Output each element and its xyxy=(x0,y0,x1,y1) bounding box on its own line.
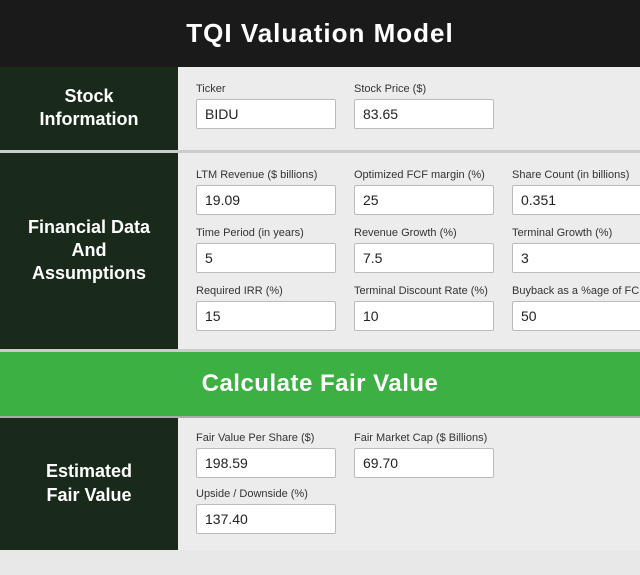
stock-price-group: Stock Price ($) xyxy=(354,83,494,129)
terminal-growth-input[interactable] xyxy=(512,243,640,273)
share-count-input[interactable] xyxy=(512,185,640,215)
calculate-button-row[interactable]: Calculate Fair Value xyxy=(0,352,640,416)
fair-market-cap-label: Fair Market Cap ($ Billions) xyxy=(354,432,494,444)
required-irr-input[interactable] xyxy=(196,301,336,331)
financial-row-3: Required IRR (%) Terminal Discount Rate … xyxy=(196,285,640,331)
upside-downside-input[interactable] xyxy=(196,504,336,534)
time-period-input[interactable] xyxy=(196,243,336,273)
results-section-label: EstimatedFair Value xyxy=(0,418,178,550)
required-irr-label: Required IRR (%) xyxy=(196,285,336,297)
ticker-label: Ticker xyxy=(196,83,336,95)
terminal-discount-group: Terminal Discount Rate (%) xyxy=(354,285,494,331)
revenue-growth-label: Revenue Growth (%) xyxy=(354,227,494,239)
terminal-growth-label: Terminal Growth (%) xyxy=(512,227,640,239)
app-title: TQI Valuation Model xyxy=(0,0,640,67)
ltm-revenue-input[interactable] xyxy=(196,185,336,215)
financial-row-2: Time Period (in years) Revenue Growth (%… xyxy=(196,227,640,273)
fair-market-cap-group: Fair Market Cap ($ Billions) xyxy=(354,432,494,478)
optimized-fcf-label: Optimized FCF margin (%) xyxy=(354,169,494,181)
results-section: EstimatedFair Value Fair Value Per Share… xyxy=(0,416,640,550)
ticker-input[interactable] xyxy=(196,99,336,129)
calculate-button[interactable]: Calculate Fair Value xyxy=(202,370,439,398)
optimized-fcf-input[interactable] xyxy=(354,185,494,215)
stock-price-input[interactable] xyxy=(354,99,494,129)
ticker-group: Ticker xyxy=(196,83,336,129)
ltm-revenue-label: LTM Revenue ($ billions) xyxy=(196,169,336,181)
stock-section-content: Ticker Stock Price ($) xyxy=(178,67,640,150)
results-section-content: Fair Value Per Share ($) Fair Market Cap… xyxy=(178,418,640,550)
ltm-revenue-group: LTM Revenue ($ billions) xyxy=(196,169,336,215)
required-irr-group: Required IRR (%) xyxy=(196,285,336,331)
upside-downside-label: Upside / Downside (%) xyxy=(196,488,336,500)
share-count-group: Share Count (in billions) xyxy=(512,169,640,215)
financial-section: Financial DataAndAssumptions LTM Revenue… xyxy=(0,153,640,352)
terminal-discount-label: Terminal Discount Rate (%) xyxy=(354,285,494,297)
buyback-group: Buyback as a %age of FCF xyxy=(512,285,640,331)
time-period-label: Time Period (in years) xyxy=(196,227,336,239)
optimized-fcf-group: Optimized FCF margin (%) xyxy=(354,169,494,215)
terminal-growth-group: Terminal Growth (%) xyxy=(512,227,640,273)
fair-value-per-share-label: Fair Value Per Share ($) xyxy=(196,432,336,444)
buyback-input[interactable] xyxy=(512,301,640,331)
stock-section-label: StockInformation xyxy=(0,67,178,150)
share-count-label: Share Count (in billions) xyxy=(512,169,640,181)
fair-market-cap-input[interactable] xyxy=(354,448,494,478)
upside-downside-group: Upside / Downside (%) xyxy=(196,488,336,534)
financial-section-label: Financial DataAndAssumptions xyxy=(0,153,178,349)
stock-section: StockInformation Ticker Stock Price ($) xyxy=(0,67,640,153)
fair-value-per-share-group: Fair Value Per Share ($) xyxy=(196,432,336,478)
stock-price-label: Stock Price ($) xyxy=(354,83,494,95)
revenue-growth-input[interactable] xyxy=(354,243,494,273)
fair-value-per-share-input[interactable] xyxy=(196,448,336,478)
buyback-label: Buyback as a %age of FCF xyxy=(512,285,640,297)
financial-section-content: LTM Revenue ($ billions) Optimized FCF m… xyxy=(178,153,640,349)
financial-row-1: LTM Revenue ($ billions) Optimized FCF m… xyxy=(196,169,640,215)
revenue-growth-group: Revenue Growth (%) xyxy=(354,227,494,273)
terminal-discount-input[interactable] xyxy=(354,301,494,331)
time-period-group: Time Period (in years) xyxy=(196,227,336,273)
